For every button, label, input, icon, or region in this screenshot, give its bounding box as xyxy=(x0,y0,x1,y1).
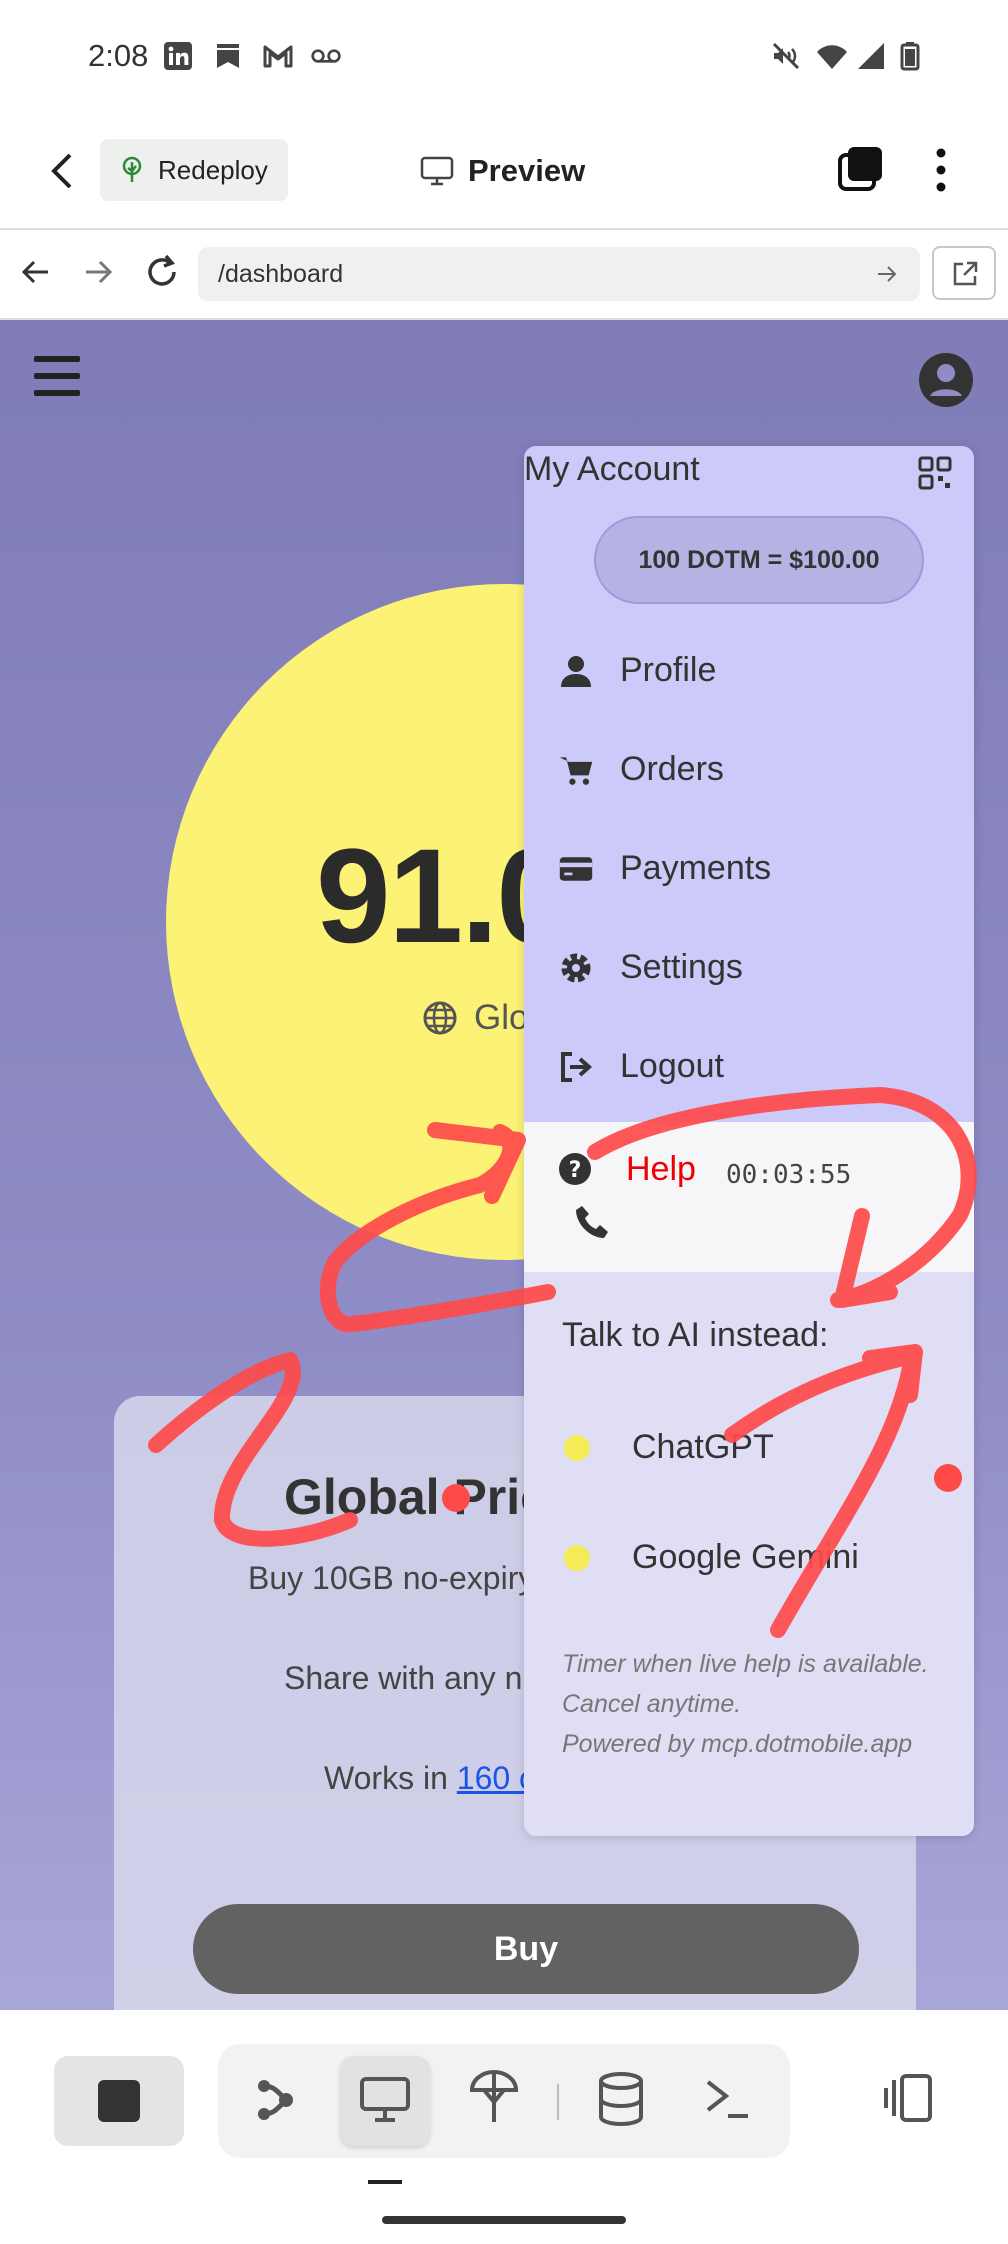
phone-icon[interactable] xyxy=(574,1204,610,1240)
status-dot xyxy=(564,1434,590,1461)
stop-button[interactable] xyxy=(54,2056,184,2146)
redeploy-label: Redeploy xyxy=(158,154,268,185)
menu-title: My Account xyxy=(524,450,700,488)
browser-back-icon[interactable] xyxy=(18,254,54,290)
ai-option-gemini[interactable]: Google Gemini xyxy=(564,1538,859,1577)
terminal-icon[interactable] xyxy=(704,2076,752,2122)
menu-item-label: Settings xyxy=(620,948,743,986)
database-icon[interactable] xyxy=(596,2072,646,2126)
go-arrow-icon[interactable] xyxy=(876,263,898,285)
ai-option-label: ChatGPT xyxy=(632,1428,774,1466)
ai-option-chatgpt[interactable]: ChatGPT xyxy=(564,1428,774,1467)
cart-icon xyxy=(559,756,593,785)
menu-item-orders[interactable]: Orders xyxy=(558,750,724,789)
tree-icon xyxy=(122,156,142,182)
help-section[interactable] xyxy=(524,1122,974,1272)
qr-code-icon[interactable] xyxy=(918,456,952,490)
credit-card-icon xyxy=(559,856,593,881)
wifi-icon xyxy=(817,45,847,69)
user-icon xyxy=(561,655,591,687)
bottom-toolbar xyxy=(0,2010,1008,2244)
stop-icon xyxy=(98,2080,140,2122)
help-timer: 00:03:55 xyxy=(726,1160,852,1190)
preview-monitor-icon xyxy=(360,2077,410,2122)
external-link-icon xyxy=(953,261,978,286)
preview-title: Preview xyxy=(420,143,585,199)
plan-card-line-3-prefix: Works in xyxy=(324,1760,457,1796)
deploy-icon[interactable] xyxy=(468,2070,520,2126)
talk-to-ai-label: Talk to AI instead: xyxy=(562,1316,829,1354)
workflow-icon[interactable] xyxy=(252,2076,300,2124)
mute-icon xyxy=(772,42,800,70)
gmail-icon xyxy=(263,45,293,68)
status-bar: 2:08 xyxy=(0,0,1008,115)
help-label[interactable]: Help xyxy=(626,1150,696,1189)
menu-item-settings[interactable]: Settings xyxy=(558,948,743,987)
linkedin-icon xyxy=(164,42,192,70)
home-indicator[interactable] xyxy=(382,2216,626,2224)
split-view-icon[interactable] xyxy=(880,2070,936,2126)
monitor-icon xyxy=(420,156,454,186)
signal-icon xyxy=(858,43,884,69)
tabs-icon[interactable] xyxy=(836,145,886,195)
ai-option-label: Google Gemini xyxy=(632,1538,859,1576)
active-indicator xyxy=(368,2180,402,2184)
voicemail-icon xyxy=(311,49,341,63)
globe-icon xyxy=(423,1001,457,1035)
url-bar[interactable]: /dashboard xyxy=(198,247,920,301)
note-line: Powered by mcp.dotmobile.app xyxy=(562,1730,913,1758)
buy-button[interactable]: Buy xyxy=(193,1904,859,1994)
browser-forward-icon[interactable] xyxy=(80,254,116,290)
reload-icon[interactable] xyxy=(142,252,182,292)
url-text: /dashboard xyxy=(218,259,344,288)
toolbar-divider xyxy=(557,2084,559,2120)
account-menu: My Account 100 DOTM = $100.00 Profile Or… xyxy=(524,446,974,1836)
menu-item-label: Profile xyxy=(620,651,717,689)
preview-label: Preview xyxy=(468,153,586,188)
note-line: Cancel anytime. xyxy=(562,1690,742,1718)
menu-item-label: Payments xyxy=(620,849,772,887)
more-options-icon[interactable] xyxy=(926,145,956,195)
menu-item-label: Logout xyxy=(620,1047,724,1085)
app-header: Redeploy Preview xyxy=(0,115,1008,230)
open-external-button[interactable] xyxy=(932,246,996,300)
status-dot xyxy=(564,1544,590,1571)
battery-icon xyxy=(900,42,920,71)
browser-bar: /dashboard xyxy=(0,230,1008,320)
hamburger-menu-icon[interactable] xyxy=(32,354,82,398)
back-arrow-icon[interactable] xyxy=(46,151,80,191)
menu-item-logout[interactable]: Logout xyxy=(558,1047,724,1086)
menu-item-profile[interactable]: Profile xyxy=(558,651,716,690)
svg-text:?: ? xyxy=(569,1158,582,1183)
menu-item-payments[interactable]: Payments xyxy=(558,849,771,888)
bookmark-icon xyxy=(217,44,239,68)
account-avatar-icon[interactable] xyxy=(918,352,974,408)
menu-item-label: Orders xyxy=(620,750,724,788)
help-icon: ? xyxy=(559,1153,591,1185)
gear-icon xyxy=(561,953,591,982)
redeploy-button[interactable]: Redeploy xyxy=(100,139,288,201)
logout-icon xyxy=(561,1051,593,1082)
balance-pill[interactable]: 100 DOTM = $100.00 xyxy=(594,516,924,604)
note-line: Timer when live help is available. xyxy=(562,1650,929,1678)
clock: 2:08 xyxy=(88,38,149,73)
